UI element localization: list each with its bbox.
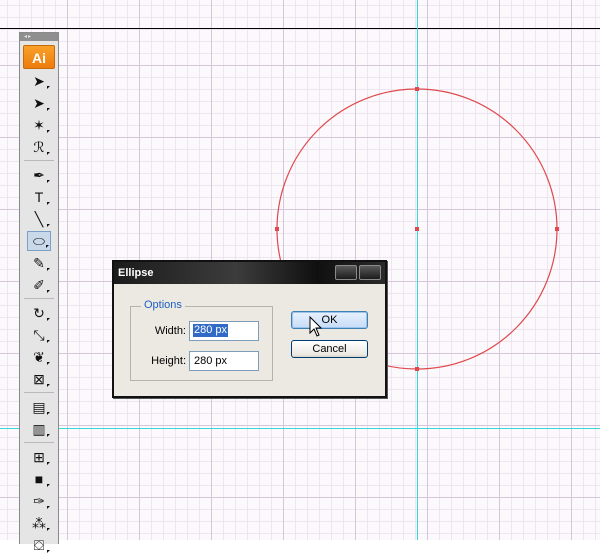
rotate-tool[interactable]: ↻ [27, 303, 51, 323]
pencil-icon: ✐ [33, 277, 45, 293]
flyout-indicator [47, 130, 50, 133]
flyout-indicator [47, 202, 50, 205]
window-controls [335, 265, 381, 280]
flyout-indicator [47, 506, 50, 509]
flyout-indicator [47, 528, 50, 531]
options-group: Options Width: 280 px Height: [130, 299, 273, 381]
free-transform-tool[interactable]: ⊠ [27, 369, 51, 389]
flyout-indicator [47, 550, 50, 553]
tool-separator [24, 298, 54, 299]
direct-selection-tool[interactable]: ➤ [27, 93, 51, 113]
flyout-indicator [47, 152, 50, 155]
blend-tool[interactable]: ⁂ [27, 513, 51, 533]
eyedropper-tool[interactable]: ✑ [27, 491, 51, 511]
flyout-indicator [47, 412, 50, 415]
width-field[interactable] [189, 321, 259, 341]
direct-selection-icon: ➤ [33, 95, 45, 111]
tool-list: ➤ ➤ ✶ ℛ ✒ T ╲ ⬭ ✎ ✐ ↻ ⤡ ❦ ⊠ ▤ ▥ ⊞ ■ ✑ ⁂ ⛋ [20, 71, 58, 555]
ellipse-dialog: Ellipse Options Width: 280 px Height: OK… [112, 260, 387, 398]
type-tool[interactable]: T [27, 187, 51, 207]
lasso-tool[interactable]: ℛ [27, 137, 51, 157]
type-icon: T [34, 189, 44, 205]
mesh-icon: ⊞ [33, 449, 45, 465]
flyout-indicator [47, 86, 50, 89]
eyedropper-icon: ✑ [33, 493, 45, 509]
column-graph-icon: ▥ [32, 421, 46, 437]
tool-separator [24, 160, 54, 161]
dialog-titlebar[interactable]: Ellipse [114, 262, 385, 284]
selection-arrow-icon: ➤ [33, 73, 45, 89]
flyout-indicator [47, 434, 50, 437]
flyout-indicator [46, 245, 49, 248]
rotate-icon: ↻ [33, 305, 45, 321]
scale-tool[interactable]: ⤡ [27, 325, 51, 345]
pen-tool[interactable]: ✒ [27, 165, 51, 185]
paintbrush-icon: ✎ [33, 255, 45, 271]
tools-panel: ◂▸ Ai ➤ ➤ ✶ ℛ ✒ T ╲ ⬭ ✎ ✐ ↻ ⤡ ❦ ⊠ ▤ ▥ ⊞ ■ ✑ ⁂ ⛋ [19, 32, 59, 553]
gradient-icon: ■ [34, 471, 44, 487]
anchor-point-top [415, 87, 419, 91]
paintbrush-tool[interactable]: ✎ [27, 253, 51, 273]
flyout-indicator [47, 362, 50, 365]
blend-icon: ⁂ [32, 515, 46, 531]
lasso-icon: ℛ [33, 139, 45, 155]
panel-grip[interactable]: ◂▸ [20, 33, 58, 41]
close-button[interactable] [359, 265, 381, 280]
center-point [415, 227, 419, 231]
scale-icon: ⤡ [33, 327, 45, 343]
pencil-tool[interactable]: ✐ [27, 275, 51, 295]
mouse-cursor-icon [309, 316, 323, 337]
flyout-indicator [47, 462, 50, 465]
ok-button[interactable]: OK [291, 311, 368, 329]
flyout-indicator [47, 340, 50, 343]
anchor-point-right [555, 227, 559, 231]
column-graph-tool[interactable]: ▥ [27, 419, 51, 439]
magic-wand-tool[interactable]: ✶ [27, 115, 51, 135]
flyout-indicator [47, 268, 50, 271]
tool-separator [24, 392, 54, 393]
flyout-indicator [47, 108, 50, 111]
height-row: Height: [131, 351, 259, 371]
width-row: Width: 280 px [131, 321, 259, 341]
options-group-label: Options [141, 299, 185, 311]
cancel-button[interactable]: Cancel [291, 340, 368, 358]
symbol-sprayer-tool[interactable]: ▤ [27, 397, 51, 417]
selection-tool[interactable]: ➤ [27, 71, 51, 91]
flyout-indicator [47, 484, 50, 487]
line-segment-tool[interactable]: ╲ [27, 209, 51, 229]
gradient-tool[interactable]: ■ [27, 469, 51, 489]
symbol-sprayer-icon: ▤ [32, 399, 46, 415]
line-icon: ╲ [34, 211, 44, 227]
height-field[interactable] [189, 351, 259, 371]
help-button[interactable] [335, 265, 357, 280]
paint-bucket-icon: ⛋ [33, 537, 45, 553]
width-label: Width: [154, 325, 186, 337]
anchor-point-bottom [415, 367, 419, 371]
width-field-wrap: 280 px [189, 321, 259, 341]
app-logo: Ai [23, 45, 55, 69]
flyout-indicator [47, 318, 50, 321]
magic-wand-icon: ✶ [33, 117, 45, 133]
free-transform-icon: ⊠ [33, 371, 45, 387]
ellipse-tool[interactable]: ⬭ [27, 231, 51, 251]
warp-tool[interactable]: ❦ [27, 347, 51, 367]
pen-icon: ✒ [33, 167, 45, 183]
dialog-title: Ellipse [118, 267, 154, 279]
warp-icon: ❦ [33, 349, 45, 365]
flyout-indicator [47, 224, 50, 227]
anchor-point-left [275, 227, 279, 231]
tool-separator [24, 442, 54, 443]
height-label: Height: [151, 355, 186, 367]
ellipse-icon: ⬭ [33, 233, 45, 249]
mesh-tool[interactable]: ⊞ [27, 447, 51, 467]
live-paint-bucket-tool[interactable]: ⛋ [27, 535, 51, 555]
flyout-indicator [47, 384, 50, 387]
flyout-indicator [47, 180, 50, 183]
flyout-indicator [47, 290, 50, 293]
